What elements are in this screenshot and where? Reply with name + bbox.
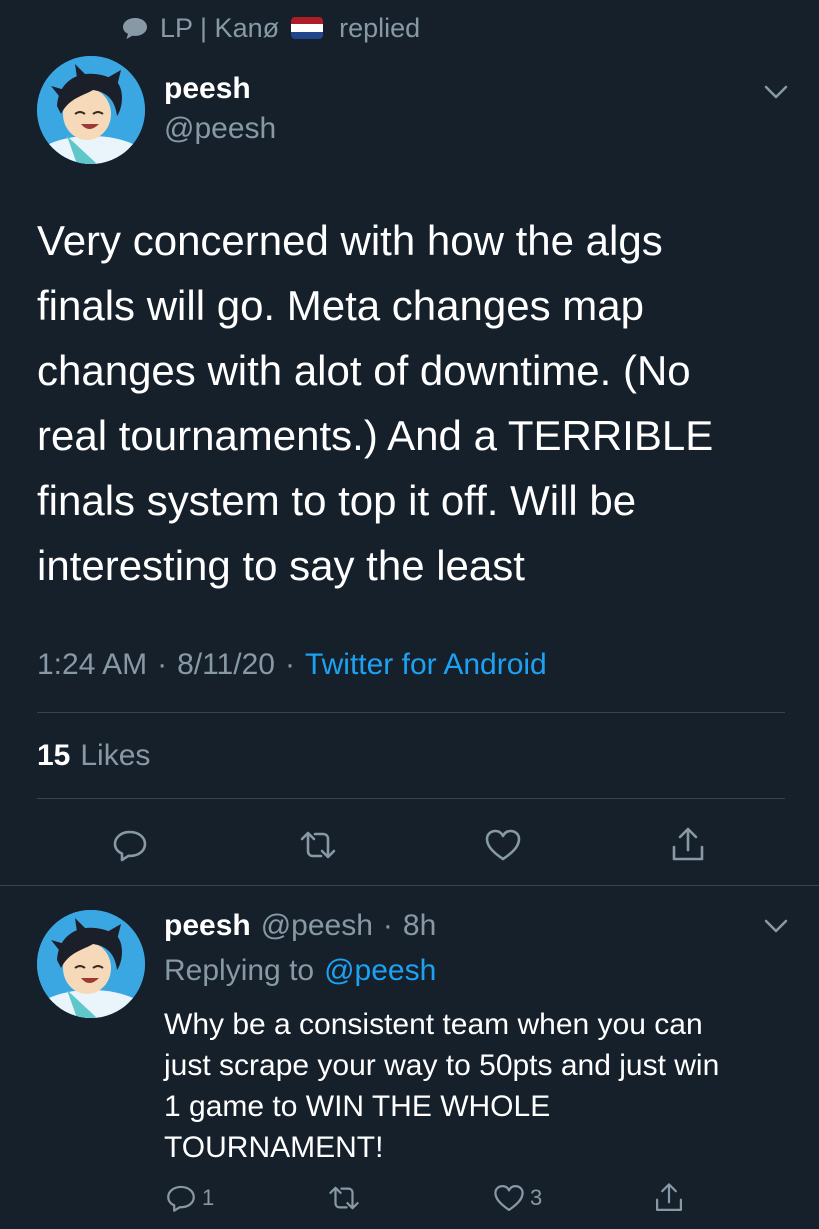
tweet-meta: 1:24 AM · 8/11/20 · Twitter for Android (37, 642, 547, 688)
reply-time: 8h (402, 909, 437, 942)
chevron-down-icon[interactable] (762, 912, 790, 940)
reply-count: 1 (202, 1185, 215, 1210)
tweet-text: Very concerned with how the algs finals … (37, 217, 714, 589)
reply-share-button[interactable] (652, 1181, 686, 1215)
like-count: 3 (530, 1185, 543, 1210)
meta-separator: · (382, 909, 393, 942)
reply-handle[interactable]: @peesh (261, 909, 373, 943)
likes-count: 15 (37, 739, 71, 772)
share-icon (655, 1183, 683, 1212)
reply-retweet-button[interactable] (327, 1181, 361, 1215)
speech-bubble-icon (123, 18, 147, 39)
netherlands-flag-icon (291, 17, 324, 39)
reply-icon (113, 830, 147, 862)
avatar[interactable] (37, 56, 145, 164)
divider (37, 712, 785, 713)
like-icon (485, 829, 521, 861)
avatar-image (37, 910, 145, 1018)
retweet-button[interactable] (296, 823, 340, 867)
tweet-source-link[interactable]: Twitter for Android (305, 648, 547, 682)
meta-separator: · (157, 648, 168, 681)
reply-avatar[interactable] (37, 910, 145, 1018)
replying-to: Replying to @peesh (164, 950, 436, 992)
divider (37, 798, 785, 799)
reply-reply-button[interactable]: 1 (164, 1181, 214, 1215)
reply-like-button[interactable]: 3 (492, 1181, 542, 1215)
divider (0, 885, 819, 886)
display-name[interactable]: peesh (164, 72, 251, 106)
tweet-date: 8/11/20 (177, 648, 275, 681)
reply-icon (167, 1185, 195, 1212)
reply-context: LP | Kanø replied (120, 10, 420, 46)
tweet-time: 1:24 AM (37, 648, 148, 681)
avatar-image (37, 56, 145, 164)
meta-separator: · (284, 648, 295, 681)
replying-label: Replying to (164, 954, 315, 987)
likes-summary[interactable]: 15 Likes (37, 734, 150, 778)
context-actor[interactable]: LP | Kanø (160, 13, 279, 44)
like-button[interactable] (481, 823, 525, 867)
chevron-down-icon[interactable] (762, 78, 790, 106)
reply-display-name[interactable]: peesh (164, 909, 251, 943)
retweet-icon (329, 1186, 359, 1210)
context-action: replied (339, 12, 421, 43)
like-icon (494, 1184, 524, 1212)
reply-button[interactable] (108, 823, 152, 867)
replying-to-mention[interactable]: @peesh (324, 954, 436, 988)
reply-text: Why be a consistent team when you can ju… (164, 1008, 720, 1164)
handle[interactable]: @peesh (164, 112, 276, 146)
likes-label: Likes (80, 739, 151, 772)
retweet-icon (300, 831, 336, 859)
share-icon (672, 827, 704, 861)
share-button[interactable] (666, 823, 710, 867)
reply-header: peesh @peesh · 8h (164, 905, 436, 947)
